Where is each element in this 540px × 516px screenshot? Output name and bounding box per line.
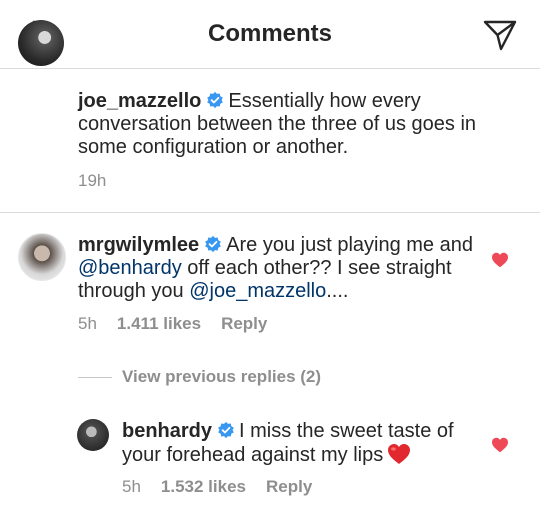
comment-body-part: .... [326, 280, 349, 302]
reply-username[interactable]: benhardy [122, 420, 212, 442]
avatar[interactable] [18, 20, 64, 66]
reply-button[interactable]: Reply [221, 314, 267, 333]
red-heart-emoji [388, 444, 411, 464]
view-previous-label: View previous replies (2) [122, 367, 322, 386]
caption-time: 19h [78, 171, 107, 190]
replies-divider-line [78, 377, 112, 378]
page-title: Comments [207, 20, 333, 47]
reply-time: 5h [122, 477, 141, 496]
reply-text: benhardy I miss the sweet taste of your f… [122, 420, 482, 467]
direct-send-button[interactable] [482, 18, 518, 52]
caption-meta: 19h [78, 171, 126, 191]
comment-text: mrgwilymlee Are you just playing me and @… [78, 234, 488, 303]
header-bar: Comments [0, 0, 540, 69]
heart-icon[interactable] [491, 252, 509, 268]
comment-username[interactable]: mrgwilymlee [78, 234, 199, 256]
likes-count[interactable]: 1.411 likes [117, 314, 201, 333]
likes-count[interactable]: 1.532 likes [161, 477, 246, 496]
avatar[interactable] [77, 419, 109, 451]
verified-badge-icon [218, 421, 234, 439]
verified-badge-icon [207, 91, 224, 109]
view-previous-replies-button[interactable]: View previous replies (2) [78, 367, 322, 387]
avatar[interactable] [18, 233, 66, 281]
comment-meta: 5h 1.411 likes Reply [78, 314, 287, 334]
direct-send-icon [483, 20, 517, 51]
caption-text: joe_mazzello Essentially how every conver… [78, 90, 518, 159]
comment-time: 5h [78, 314, 97, 333]
mention-link[interactable]: @joe_mazzello [189, 280, 326, 302]
heart-icon[interactable] [491, 437, 509, 453]
caption-username[interactable]: joe_mazzello [78, 90, 201, 112]
verified-badge-icon [205, 235, 222, 253]
reply-button[interactable]: Reply [266, 477, 312, 496]
reply-meta: 5h 1.532 likes Reply [122, 477, 332, 497]
mention-link[interactable]: @benhardy [78, 257, 182, 279]
comment-body-part: Are you just playing me and [226, 234, 473, 256]
